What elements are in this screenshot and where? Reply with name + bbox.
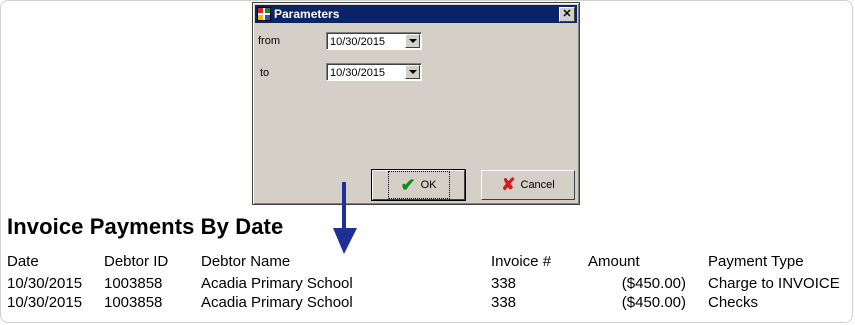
down-arrow-annotation	[333, 182, 357, 254]
table-cell-debtor-id: 1003858	[104, 275, 163, 292]
column-header-payment-type: Payment Type	[708, 253, 804, 270]
table-cell-date: 10/30/2015	[7, 275, 83, 292]
ok-button[interactable]: ✔ OK	[371, 169, 466, 201]
close-icon[interactable]: ✕	[559, 6, 575, 22]
column-header-amount: Amount	[588, 253, 640, 270]
dialog-titlebar[interactable]: Parameters ✕	[255, 5, 577, 23]
column-header-debtor-name: Debtor Name	[201, 253, 291, 270]
column-header-invoice: Invoice #	[491, 253, 552, 270]
from-date-dropdown[interactable]: 10/30/2015	[326, 32, 422, 50]
to-date-dropdown[interactable]: 10/30/2015	[326, 63, 422, 81]
column-header-debtor-id: Debtor ID	[104, 253, 169, 270]
cancel-button-label: Cancel	[520, 179, 555, 191]
to-date-value: 10/30/2015	[330, 66, 386, 79]
from-label: from	[258, 35, 280, 47]
column-header-date: Date	[7, 253, 39, 270]
table-cell-payment-type: Charge to INVOICE	[708, 275, 840, 292]
table-cell-invoice: 338	[491, 275, 517, 292]
app-icon	[257, 7, 271, 21]
table-cell-amount: ($450.00)	[621, 275, 686, 292]
table-cell-invoice: 338	[491, 294, 517, 311]
parameters-dialog: Parameters ✕ from 10/30/2015 to 10/30/20…	[252, 2, 580, 205]
table-cell-debtor-id: 1003858	[104, 294, 163, 311]
table-cell-amount: ($450.00)	[621, 294, 686, 311]
dialog-title: Parameters	[274, 7, 340, 21]
report-title: Invoice Payments By Date	[7, 214, 284, 239]
table-cell-payment-type: Checks	[708, 294, 759, 311]
ok-button-label: OK	[420, 179, 437, 191]
dropdown-arrow-icon[interactable]	[405, 65, 420, 79]
to-label: to	[260, 67, 270, 79]
table-cell-debtor-name: Acadia Primary School	[201, 275, 353, 292]
cancel-x-icon: ✘	[501, 175, 516, 194]
check-icon: ✔	[400, 175, 416, 195]
from-date-value: 10/30/2015	[330, 35, 386, 48]
table-cell-debtor-name: Acadia Primary School	[201, 294, 353, 311]
table-cell-date: 10/30/2015	[7, 294, 83, 311]
dropdown-arrow-icon[interactable]	[405, 34, 420, 48]
cancel-button[interactable]: ✘ Cancel	[481, 170, 575, 200]
